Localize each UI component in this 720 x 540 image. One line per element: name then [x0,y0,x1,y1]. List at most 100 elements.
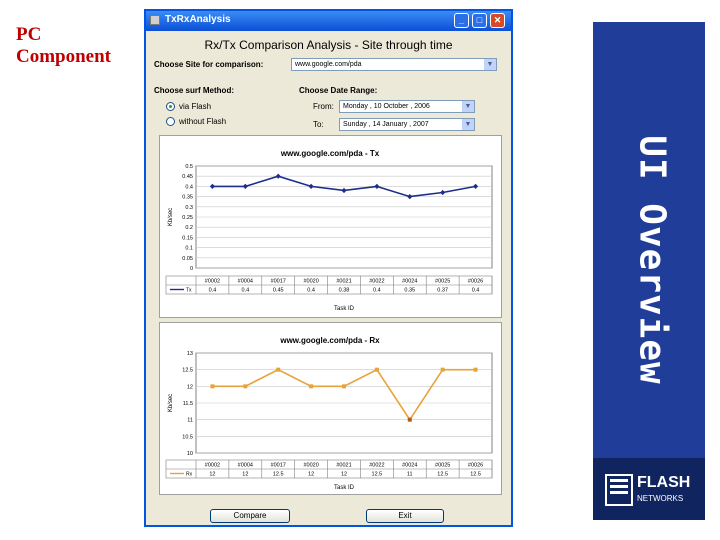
y-tick-label: 0.4 [185,184,193,190]
y-tick-label: 0.35 [182,195,193,201]
slide-title-line1: PC [16,24,42,45]
data-label: 0.4 [307,288,315,294]
data-label: 12 [209,472,215,478]
logo-subtext: NETWORKS [637,494,684,503]
data-label: 0.4 [242,288,250,294]
data-label: 0.4 [209,288,217,294]
chevron-down-icon[interactable]: ▼ [484,59,496,70]
x-axis-label: Task ID [334,485,355,491]
minimize-button[interactable]: _ [454,13,469,28]
to-label: To: [313,120,324,129]
y-tick-label: 0.15 [182,235,193,241]
x-tick-label: #0017 [271,463,286,469]
chevron-down-icon[interactable]: ▼ [462,119,474,130]
y-tick-label: 12.5 [182,368,193,374]
data-label: 12 [308,472,314,478]
app-icon [150,15,160,25]
radio-without-flash-label[interactable]: without Flash [179,117,226,126]
data-label: 0.45 [273,288,284,294]
data-label: 0.38 [339,288,350,294]
radio-via-flash-label[interactable]: via Flash [179,102,211,111]
data-point [309,384,314,389]
site-select-value: www.google.com/pda [295,61,362,68]
data-label: 12 [341,472,347,478]
app-window: TxRxAnalysis _ □ ✕ Rx/Tx Comparison Anal… [144,9,513,527]
data-label: 12 [242,472,248,478]
compare-button[interactable]: Compare [210,509,290,523]
x-tick-label: #0022 [369,279,384,285]
data-label: 0.4 [472,288,480,294]
y-tick-label: 11.5 [183,401,193,407]
to-date-picker[interactable]: Sunday , 14 January , 2007 ▼ [339,118,475,131]
rx-chart: www.google.com/pda - Rx 10 10.5 11 11.5 12 12.… [165,336,493,491]
radio-via-flash[interactable] [166,102,175,111]
method-label: Choose surf Method: [154,86,234,95]
flash-logo-icon [605,474,633,506]
data-point [473,367,478,372]
to-date-value: Sunday , 14 January , 2007 [343,121,429,128]
chevron-down-icon[interactable]: ▼ [462,101,474,112]
close-button[interactable]: ✕ [490,13,505,28]
x-tick-label: #0020 [303,463,318,469]
x-tick-label: #0022 [369,463,384,469]
x-tick-label: #0024 [402,279,417,285]
data-point [374,367,379,372]
x-tick-label: #0026 [468,463,483,469]
flash-networks-logo: FLASH NETWORKS [593,458,705,520]
x-tick-label: #0002 [205,279,220,285]
data-point [407,417,412,422]
x-tick-label: #0021 [336,463,351,469]
x-tick-label: #0024 [402,463,417,469]
data-point [210,384,215,389]
rx-chart-panel: www.google.com/pda - Rx 10 10.5 11 11.5 12 12.… [159,322,502,495]
site-select[interactable]: www.google.com/pda ▼ [291,58,497,71]
data-label: 11 [407,472,413,478]
y-tick-label: 0.2 [185,225,193,231]
y-tick-label: 0.3 [185,205,193,211]
legend-label: Rx [186,472,193,478]
data-label: 0.35 [404,288,415,294]
x-tick-label: #0021 [336,279,351,285]
data-point [276,367,281,372]
data-point [342,384,346,389]
analysis-heading: Rx/Tx Comparison Analysis - Site through… [204,38,453,52]
chart-title: www.google.com/pda - Rx [279,336,380,345]
y-tick-label: 12 [187,384,193,390]
from-date-value: Monday , 10 October , 2006 [343,103,430,110]
window-titlebar[interactable]: TxRxAnalysis _ □ ✕ [146,11,511,31]
x-tick-label: #0020 [303,279,318,285]
maximize-button[interactable]: □ [472,13,487,28]
date-range-label: Choose Date Range: [299,86,378,95]
y-tick-label: 0 [190,266,193,272]
slide-title-line2: Component [16,46,112,67]
x-axis-label: Task ID [334,306,355,312]
y-tick-label: 0.5 [185,164,193,170]
data-label: 12.5 [372,472,383,478]
data-label: 0.37 [437,288,448,294]
x-tick-label: #0026 [468,279,483,285]
window-title: TxRxAnalysis [165,14,231,25]
data-label: 12.5 [470,472,481,478]
radio-without-flash[interactable] [166,117,175,126]
from-date-picker[interactable]: Monday , 10 October , 2006 ▼ [339,100,475,113]
data-point [243,384,248,389]
y-tick-label: 10.5 [182,434,193,440]
y-axis-label: Kb/sec [168,208,174,226]
tx-chart: www.google.com/pda - Tx 0 0.05 0.1 0.15 0.2 0.… [165,149,493,312]
y-tick-label: 0.1 [185,246,193,252]
slide-title: PC Component [16,24,111,68]
y-tick-label: 13 [187,351,193,357]
exit-button[interactable]: Exit [366,509,444,523]
y-tick-label: 0.45 [182,174,193,180]
legend-label: Tx [186,288,192,294]
y-tick-label: 10 [187,451,193,457]
data-label: 12.5 [437,472,448,478]
x-tick-label: #0025 [435,279,450,285]
data-label: 12.5 [273,472,284,478]
y-axis-label: Kb/sec [168,394,174,412]
data-point [440,367,445,372]
y-tick-label: 0.05 [182,256,193,262]
y-tick-label: 11 [187,418,193,424]
data-label: 0.4 [373,288,381,294]
x-tick-label: #0004 [238,463,253,469]
